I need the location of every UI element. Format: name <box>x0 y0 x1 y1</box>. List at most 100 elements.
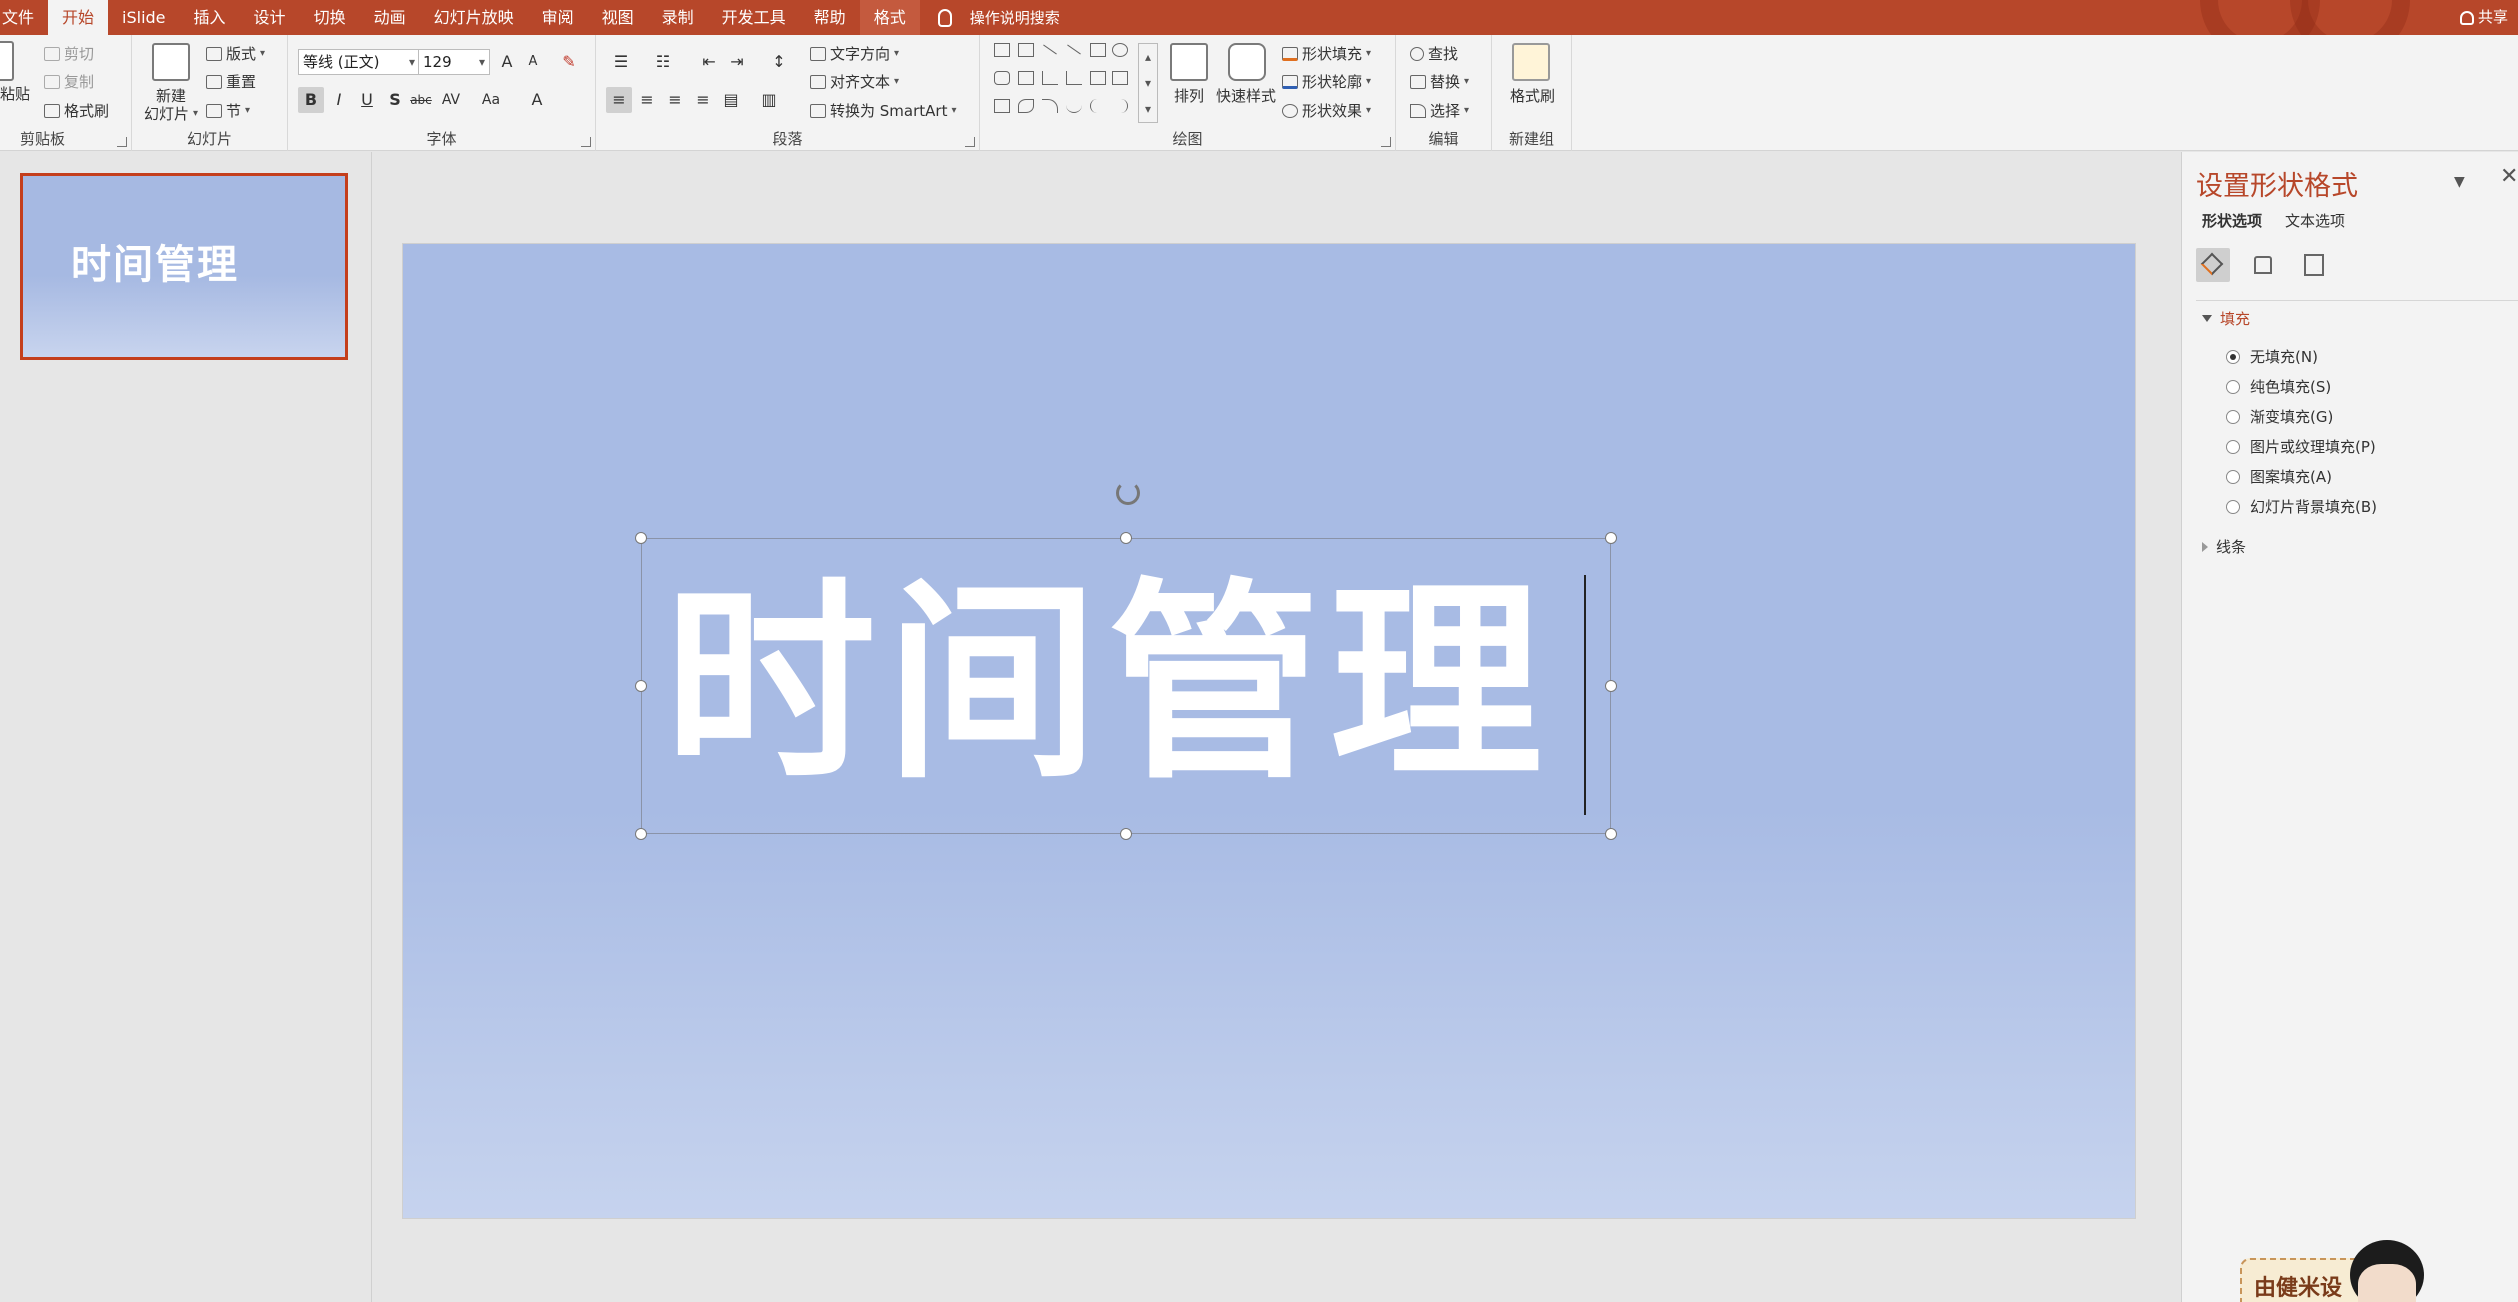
title-textbox[interactable]: 时间管理 <box>635 481 1617 840</box>
freeform-shape-icon[interactable] <box>994 99 1010 113</box>
align-text-button[interactable]: 对齐文本 ▾ <box>810 71 899 92</box>
change-case-button[interactable]: Aa <box>478 87 504 113</box>
resize-handle-bottom-right[interactable] <box>1605 828 1617 840</box>
tab-review[interactable]: 审阅 <box>528 0 588 35</box>
quick-styles-button[interactable]: 快速样式 <box>1216 85 1276 106</box>
line-section-header[interactable]: 线条 <box>2202 536 2246 557</box>
curve-shape-icon[interactable] <box>1066 99 1082 113</box>
resize-handle-right[interactable] <box>1605 680 1617 692</box>
scribble-shape-icon[interactable] <box>1018 99 1034 113</box>
font-name-combo[interactable]: 等线 (正文) ▾ <box>298 49 420 75</box>
decrease-indent-icon[interactable]: ⇤ <box>696 49 722 75</box>
left-brace-shape-icon[interactable] <box>1090 99 1106 113</box>
fill-option-pattern[interactable]: 图案填充(A) <box>2226 466 2332 487</box>
elbow-connector-shape-icon[interactable] <box>1042 71 1058 85</box>
resize-handle-left[interactable] <box>635 680 647 692</box>
font-size-combo[interactable]: 129 ▾ <box>418 49 490 75</box>
arrow-line-shape-icon[interactable] <box>1067 44 1081 55</box>
reset-button[interactable]: 重置 <box>206 71 256 92</box>
text-direction-button[interactable]: 文字方向 ▾ <box>810 43 899 64</box>
tab-record[interactable]: 录制 <box>648 0 708 35</box>
elbow-arrow-shape-icon[interactable] <box>1066 71 1082 85</box>
effects-pentagon-icon[interactable] <box>2246 248 2280 282</box>
paste-icon[interactable] <box>0 41 14 81</box>
slide-title-text[interactable]: 时间管理 <box>664 559 1552 809</box>
quick-styles-icon[interactable] <box>1228 43 1266 81</box>
clear-format-icon[interactable]: ✎ <box>556 49 582 75</box>
tab-view[interactable]: 视图 <box>588 0 648 35</box>
fill-option-picture[interactable]: 图片或纹理填充(P) <box>2226 436 2376 457</box>
slide[interactable]: 时间管理 <box>402 243 2136 1219</box>
font-launcher-icon[interactable] <box>581 137 591 147</box>
size-properties-icon[interactable] <box>2296 248 2330 282</box>
shadow-button[interactable]: S <box>382 87 408 113</box>
font-color-button[interactable]: A <box>524 87 550 113</box>
rectangle-shape-icon[interactable] <box>1090 43 1106 57</box>
shape-outline-button[interactable]: 形状轮廓 ▾ <box>1282 71 1371 92</box>
replace-button[interactable]: 替换 ▾ <box>1410 71 1469 92</box>
numbering-icon[interactable]: ☷ <box>650 49 676 75</box>
triangle-shape-icon[interactable] <box>1018 71 1034 85</box>
slide-thumbnail-1[interactable]: 时间管理 <box>20 173 348 360</box>
shape-fill-button[interactable]: 形状填充 ▾ <box>1282 43 1371 64</box>
italic-button[interactable]: I <box>326 87 352 113</box>
line-shape-icon[interactable] <box>1043 44 1057 55</box>
down-arrow-shape-icon[interactable] <box>1112 71 1128 85</box>
tab-design[interactable]: 设计 <box>240 0 300 35</box>
bullets-icon[interactable]: ☰ <box>608 49 634 75</box>
vertical-textbox-shape-icon[interactable] <box>1018 43 1034 57</box>
arrange-icon[interactable] <box>1170 43 1208 81</box>
distributed-icon[interactable]: ▤ <box>718 87 744 113</box>
arrange-button[interactable]: 排列 <box>1174 85 1204 106</box>
drawing-launcher-icon[interactable] <box>1381 137 1391 147</box>
right-arrow-shape-icon[interactable] <box>1090 71 1106 85</box>
tab-transitions[interactable]: 切换 <box>300 0 360 35</box>
tab-animations[interactable]: 动画 <box>360 0 420 35</box>
tab-insert[interactable]: 插入 <box>180 0 240 35</box>
tab-islide[interactable]: iSlide <box>108 0 180 35</box>
brush-icon[interactable] <box>1512 43 1550 81</box>
cut-button[interactable]: 剪切 <box>44 43 94 64</box>
bold-button[interactable]: B <box>298 87 324 113</box>
increase-indent-icon[interactable]: ⇥ <box>724 49 750 75</box>
shapes-gallery[interactable] <box>994 43 1134 123</box>
fill-option-solid[interactable]: 纯色填充(S) <box>2226 376 2331 397</box>
layout-button[interactable]: 版式 ▾ <box>206 43 265 64</box>
underline-button[interactable]: U <box>354 87 380 113</box>
fill-option-gradient[interactable]: 渐变填充(G) <box>2226 406 2333 427</box>
align-center-icon[interactable]: ≡ <box>634 87 660 113</box>
fill-section-header[interactable]: 填充 <box>2202 308 2250 329</box>
shrink-font-button[interactable]: A <box>520 49 546 75</box>
format-painter-button[interactable]: 格式刷 <box>44 100 109 121</box>
section-button[interactable]: 节 ▾ <box>206 100 250 121</box>
strikethrough-button[interactable]: abc <box>408 87 434 113</box>
char-spacing-button[interactable]: AV <box>438 87 464 113</box>
tab-format[interactable]: 格式 <box>859 0 920 35</box>
fill-line-icon[interactable] <box>2196 248 2230 282</box>
new-slide-button[interactable]: 幻灯片 ▾ <box>144 103 198 124</box>
rotate-handle-icon[interactable] <box>1116 481 1140 505</box>
new-slide-icon[interactable] <box>152 43 190 81</box>
arc-shape-icon[interactable] <box>1042 99 1058 113</box>
resize-handle-top-left[interactable] <box>635 532 647 544</box>
resize-handle-bottom[interactable] <box>1120 828 1132 840</box>
tab-shape-options[interactable]: 形状选项 <box>2202 210 2262 231</box>
textbox-shape-icon[interactable] <box>994 43 1010 57</box>
shapes-gallery-scroll[interactable]: ▴ ▾ ▾ <box>1138 43 1158 123</box>
convert-smartart-button[interactable]: 转换为 SmartArt ▾ <box>810 100 956 121</box>
resize-handle-bottom-left[interactable] <box>635 828 647 840</box>
copy-button[interactable]: 复制 <box>44 71 94 92</box>
fill-option-none[interactable]: 无填充(N) <box>2226 346 2318 367</box>
align-left-icon[interactable]: ≡ <box>606 87 632 113</box>
fill-option-slide-background[interactable]: 幻灯片背景填充(B) <box>2226 496 2377 517</box>
tab-text-options[interactable]: 文本选项 <box>2285 210 2345 231</box>
resize-handle-top[interactable] <box>1120 532 1132 544</box>
columns-icon[interactable]: ▥ <box>756 87 782 113</box>
share-button[interactable]: 共享 <box>2459 0 2508 35</box>
pane-options-icon[interactable]: ▼ <box>2454 174 2465 190</box>
paragraph-launcher-icon[interactable] <box>965 137 975 147</box>
paste-button[interactable]: 粘贴 <box>0 83 30 104</box>
line-spacing-icon[interactable]: ↕ <box>766 49 792 75</box>
tab-file[interactable]: 文件 <box>0 0 48 35</box>
tab-home[interactable]: 开始 <box>48 0 109 35</box>
